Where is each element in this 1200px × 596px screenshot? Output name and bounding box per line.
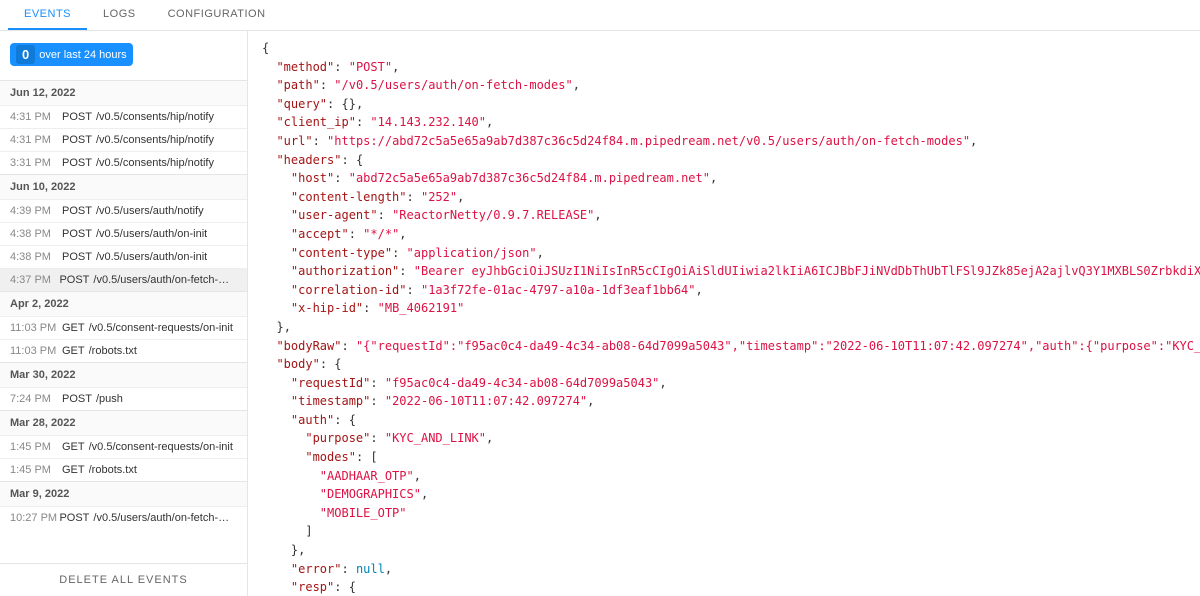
event-method: GET xyxy=(62,441,85,453)
event-time: 4:31 PM xyxy=(10,134,62,146)
event-row[interactable]: 7:24 PMPOST/push xyxy=(0,387,247,410)
date-header: Apr 2, 2022 xyxy=(0,291,247,316)
event-path: /v0.5/consents/hip/notify xyxy=(96,111,214,123)
event-row[interactable]: 4:38 PMPOST/v0.5/users/auth/on-init xyxy=(0,245,247,268)
event-method: POST xyxy=(62,111,92,123)
event-detail-json[interactable]: { "method": "POST", "path": "/v0.5/users… xyxy=(248,31,1200,596)
event-row[interactable]: 4:37 PMPOST/v0.5/users/auth/on-fetch-mo… xyxy=(0,268,247,291)
event-path: /v0.5/users/auth/notify xyxy=(96,205,204,217)
event-path: /robots.txt xyxy=(89,345,137,357)
event-method: GET xyxy=(62,464,85,476)
date-header: Mar 28, 2022 xyxy=(0,410,247,435)
event-method: GET xyxy=(62,345,85,357)
event-row[interactable]: 10:27 PMPOST/v0.5/users/auth/on-fetch-mo… xyxy=(0,506,247,529)
date-header: Jun 10, 2022 xyxy=(0,174,247,199)
event-path: /v0.5/consents/hip/notify xyxy=(96,134,214,146)
event-method: POST xyxy=(59,274,89,286)
event-time: 4:37 PM xyxy=(10,274,59,286)
event-row[interactable]: 1:45 PMGET/v0.5/consent-requests/on-init xyxy=(0,435,247,458)
event-row[interactable]: 4:39 PMPOST/v0.5/users/auth/notify xyxy=(0,199,247,222)
event-time: 1:45 PM xyxy=(10,441,62,453)
event-row[interactable]: 4:38 PMPOST/v0.5/users/auth/on-init xyxy=(0,222,247,245)
event-row[interactable]: 4:31 PMPOST/v0.5/consents/hip/notify xyxy=(0,128,247,151)
event-time: 1:45 PM xyxy=(10,464,62,476)
tab-events[interactable]: EVENTS xyxy=(8,0,87,30)
event-time: 7:24 PM xyxy=(10,393,62,405)
date-header: Jun 12, 2022 xyxy=(0,80,247,105)
event-time: 11:03 PM xyxy=(10,322,62,334)
event-method: GET xyxy=(62,322,85,334)
events-count-badge: 0 over last 24 hours xyxy=(10,43,133,66)
event-row[interactable]: 4:31 PMPOST/v0.5/consents/hip/notify xyxy=(0,105,247,128)
event-path: /v0.5/consent-requests/on-init xyxy=(89,441,233,453)
date-header: Mar 9, 2022 xyxy=(0,481,247,506)
event-method: POST xyxy=(62,393,92,405)
events-period: over last 24 hours xyxy=(39,49,126,61)
event-method: POST xyxy=(62,157,92,169)
event-path: /v0.5/users/auth/on-fetch-mo… xyxy=(93,512,237,524)
event-row[interactable]: 11:03 PMGET/v0.5/consent-requests/on-ini… xyxy=(0,316,247,339)
event-list[interactable]: Jun 12, 20224:31 PMPOST/v0.5/consents/hi… xyxy=(0,80,247,563)
event-method: POST xyxy=(62,205,92,217)
event-row[interactable]: 3:31 PMPOST/v0.5/consents/hip/notify xyxy=(0,151,247,174)
event-path: /robots.txt xyxy=(89,464,137,476)
event-method: POST xyxy=(59,512,89,524)
tabs-bar: EVENTS LOGS CONFIGURATION xyxy=(0,0,1200,31)
delete-all-events-button[interactable]: DELETE ALL EVENTS xyxy=(0,563,247,596)
event-time: 10:27 PM xyxy=(10,512,59,524)
tab-configuration[interactable]: CONFIGURATION xyxy=(152,0,282,30)
event-time: 4:39 PM xyxy=(10,205,62,217)
event-time: 4:31 PM xyxy=(10,111,62,123)
event-path: /v0.5/users/auth/on-fetch-mo… xyxy=(93,274,237,286)
event-row[interactable]: 1:45 PMGET/robots.txt xyxy=(0,458,247,481)
event-path: /v0.5/users/auth/on-init xyxy=(96,228,207,240)
event-time: 4:38 PM xyxy=(10,251,62,263)
event-time: 11:03 PM xyxy=(10,345,62,357)
event-method: POST xyxy=(62,251,92,263)
events-sidebar: 0 over last 24 hours Jun 12, 20224:31 PM… xyxy=(0,31,248,596)
event-time: 3:31 PM xyxy=(10,157,62,169)
event-row[interactable]: 11:03 PMGET/robots.txt xyxy=(0,339,247,362)
events-count: 0 xyxy=(16,45,35,64)
event-path: /v0.5/consents/hip/notify xyxy=(96,157,214,169)
event-method: POST xyxy=(62,228,92,240)
date-header: Mar 30, 2022 xyxy=(0,362,247,387)
event-path: /v0.5/consent-requests/on-init xyxy=(89,322,233,334)
event-time: 4:38 PM xyxy=(10,228,62,240)
event-method: POST xyxy=(62,134,92,146)
event-path: /push xyxy=(96,393,123,405)
tab-logs[interactable]: LOGS xyxy=(87,0,152,30)
event-path: /v0.5/users/auth/on-init xyxy=(96,251,207,263)
